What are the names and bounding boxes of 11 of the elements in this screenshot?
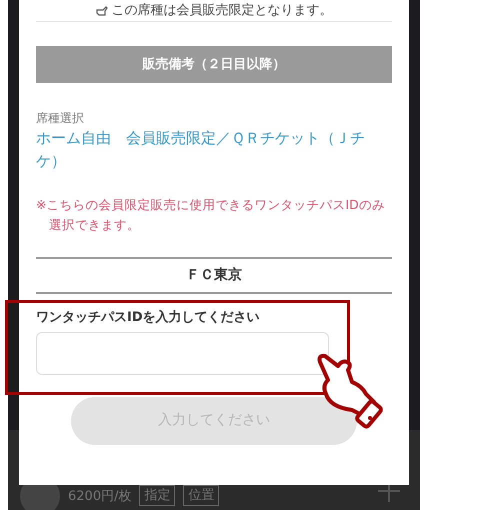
price-text: 6200円/枚 bbox=[68, 488, 132, 506]
notice-text: この席種は会員販売限定となります。 bbox=[112, 2, 332, 20]
seat-label: 席種選択 bbox=[36, 110, 85, 127]
field-label: ワンタッチパスIDを入力してください bbox=[36, 308, 261, 327]
section-header: 販売備考（２日目以降） bbox=[36, 46, 392, 83]
team-name: ＦＣ東京 bbox=[186, 266, 242, 285]
note-text: ※こちらの会員限定販売に使用できるワンタッチパスIDのみ選択できます。 bbox=[36, 196, 386, 234]
seat-name: ホーム自由 会員販売限定／ＱＲチケット（Ｊチケ） bbox=[36, 128, 366, 172]
tag: 位置 bbox=[183, 484, 220, 506]
tag: 指定 bbox=[139, 484, 176, 506]
input-field[interactable] bbox=[36, 332, 329, 374]
